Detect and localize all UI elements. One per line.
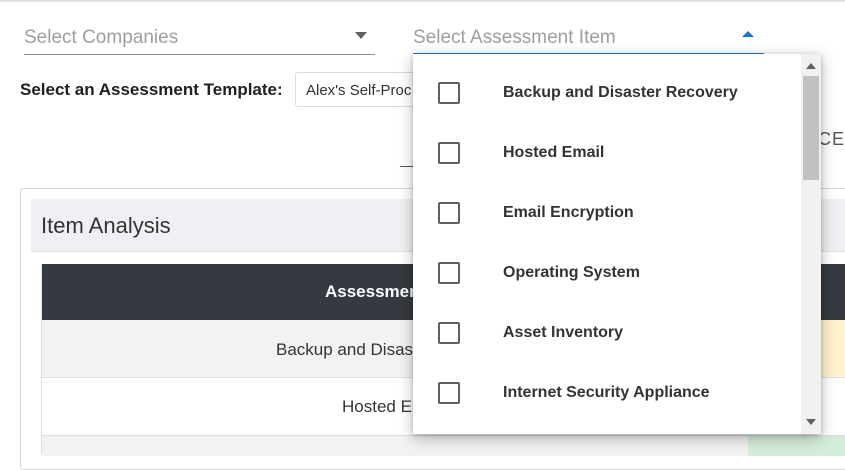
table-header-assessment[interactable]: Assessmen [325,282,420,302]
checkbox[interactable] [438,82,460,104]
menu-option-backup-and-disaster-recovery[interactable]: Backup and Disaster Recovery [413,63,801,123]
menu-option-label: Email Encryption [503,204,634,221]
checkbox[interactable] [438,202,460,224]
checkbox[interactable] [438,382,460,404]
menu-option-label: Asset Inventory [503,324,624,341]
assessment-template-label: Select an Assessment Template: [20,80,283,99]
checkbox[interactable] [438,262,460,284]
scroll-down-arrow-icon[interactable] [806,419,816,425]
scroll-up-arrow-icon[interactable] [806,63,816,69]
menu-option-asset-inventory[interactable]: Asset Inventory [413,303,801,363]
menu-option-email-encryption[interactable]: Email Encryption [413,183,801,243]
top-shadow [0,0,845,3]
table-row [42,436,845,456]
table-cell-item: Hosted E [342,397,412,416]
table-cell-item: Backup and Disas [276,340,414,359]
menu-option-label: Hosted Email [503,144,605,161]
scrollbar-thumb[interactable] [803,76,819,180]
menu-option-internet-security-appliance[interactable]: Internet Security Appliance [413,363,801,423]
checkbox[interactable] [438,142,460,164]
partial-tab-label[interactable]: CE [818,129,845,150]
checkbox[interactable] [438,322,460,344]
item-analysis-title: Item Analysis [41,213,171,238]
select-companies-dropdown[interactable]: Select Companies [24,20,375,55]
chevron-down-icon[interactable] [355,32,367,39]
menu-option-label: Internet Security Appliance [503,384,710,401]
select-companies-placeholder: Select Companies [24,27,179,48]
select-assessment-item-dropdown[interactable]: Select Assessment Item [413,20,764,55]
assessment-item-menu: Backup and Disaster Recovery Hosted Emai… [413,54,821,434]
menu-option-label: Backup and Disaster Recovery [503,84,738,101]
menu-option-label: Operating System [503,264,640,281]
menu-option-operating-system[interactable]: Operating System [413,243,801,303]
chevron-up-icon[interactable] [742,31,754,37]
menu-option-hosted-email[interactable]: Hosted Email [413,123,801,183]
select-assessment-placeholder: Select Assessment Item [413,27,616,48]
table-row-status-cell [748,436,845,456]
